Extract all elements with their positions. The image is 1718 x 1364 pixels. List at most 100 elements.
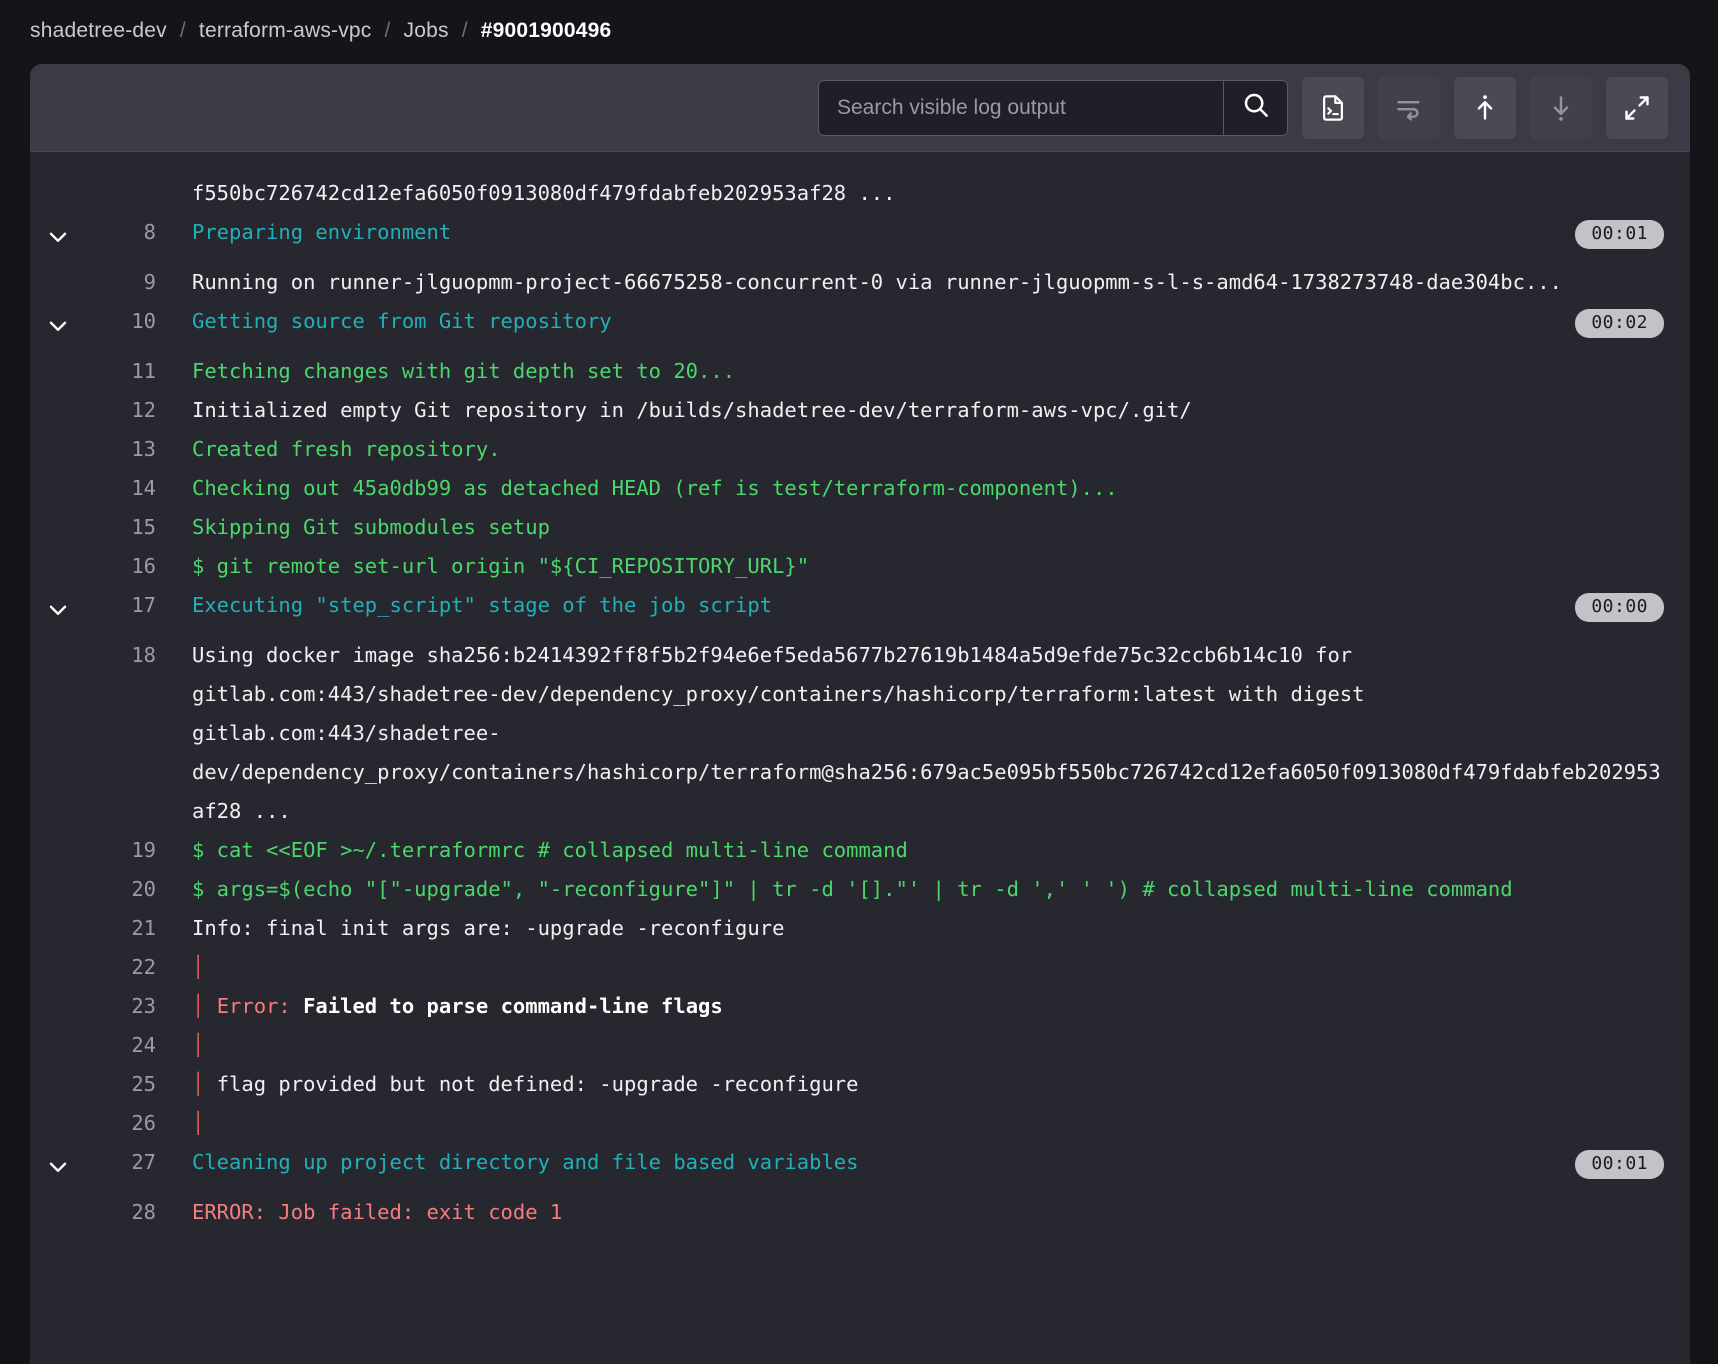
log-line-content: Getting source from Git repository [156, 302, 1664, 341]
log-line: 10Getting source from Git repository00:0… [30, 302, 1690, 352]
line-number[interactable]: 18 [86, 636, 156, 675]
line-number[interactable]: 17 [86, 586, 156, 625]
line-number[interactable]: 12 [86, 391, 156, 430]
line-number[interactable]: 19 [86, 831, 156, 870]
collapse-section-toggle[interactable] [30, 302, 86, 352]
log-line-content: │ [156, 1104, 1664, 1143]
line-number[interactable]: 21 [86, 909, 156, 948]
log-line: 23│ Error: Failed to parse command-line … [30, 987, 1690, 1026]
breadcrumb: shadetree-dev / terraform-aws-vpc / Jobs / #90… [0, 0, 1718, 62]
section-duration-badge: 00:01 [1575, 220, 1664, 249]
fullscreen-icon [1623, 94, 1651, 122]
soft-wrap-button[interactable] [1378, 77, 1440, 139]
fullscreen-button[interactable] [1606, 77, 1668, 139]
gutter-spacer [30, 352, 86, 363]
line-number[interactable]: 24 [86, 1026, 156, 1065]
breadcrumb-separator: / [385, 19, 391, 43]
gutter-spacer [30, 508, 86, 519]
log-line-content: $ cat <<EOF >~/.terraformrc # collapsed … [156, 831, 1664, 870]
log-segment: Running on runner-jlguopmm-project-66675… [192, 270, 1562, 294]
search-input[interactable] [819, 81, 1223, 135]
search-button[interactable] [1223, 81, 1287, 135]
log-segment: │ [192, 1111, 204, 1135]
log-line-content: Initialized empty Git repository in /bui… [156, 391, 1664, 430]
raw-log-icon [1319, 94, 1347, 122]
log-line-content: Created fresh repository. [156, 430, 1664, 469]
search-icon [1241, 90, 1271, 125]
log-segment: │ [192, 1033, 204, 1057]
log-toolbar [30, 64, 1690, 152]
log-line: 12 Initialized empty Git repository in /b… [30, 391, 1690, 430]
log-segment: Preparing environment [192, 220, 451, 244]
line-number[interactable]: 8 [86, 213, 156, 252]
line-number[interactable]: 16 [86, 547, 156, 586]
log-line-content: │ [156, 1026, 1664, 1065]
log-segment: Checking out 45a0db99 as detached HEAD (… [192, 476, 1118, 500]
log-line: 16$ git remote set-url origin "${CI_REPO… [30, 547, 1690, 586]
chevron-down-icon [45, 1154, 71, 1193]
log-line: 8 Preparing environment 00:01 [30, 213, 1690, 263]
log-line: 9 Running on runner-jlguopmm-project-6667… [30, 263, 1690, 302]
line-number[interactable]: 25 [86, 1065, 156, 1104]
log-segment: $ cat <<EOF >~/.terraformrc # collapsed … [192, 838, 908, 862]
gutter-spacer [30, 948, 86, 959]
collapse-section-toggle[interactable] [30, 213, 86, 263]
line-number[interactable]: 23 [86, 987, 156, 1026]
line-number[interactable]: 15 [86, 508, 156, 547]
collapse-section-toggle[interactable] [30, 1143, 86, 1193]
log-line-partial-clipped [30, 156, 204, 174]
search-box[interactable] [818, 80, 1288, 136]
line-number[interactable]: 14 [86, 469, 156, 508]
line-number[interactable]: 28 [86, 1193, 156, 1232]
log-segment: Cleaning up project directory and file b… [192, 1150, 858, 1174]
log-line-partial-text: f550bc726742cd12efa6050f0913080df479fdab… [30, 174, 1690, 213]
log-line: 22 │ [30, 948, 1690, 987]
section-duration-badge: 00:00 [1575, 593, 1664, 622]
breadcrumb-item-1[interactable]: shadetree-dev [30, 19, 167, 43]
log-segment: $ args=$(echo "["-upgrade", "-reconfigur… [192, 877, 1513, 901]
log-line-content: Info: final init args are: -upgrade -rec… [156, 909, 1664, 948]
line-number[interactable]: 26 [86, 1104, 156, 1143]
log-line: 19 $ cat <<EOF >~/.terraformrc # collapse… [30, 831, 1690, 870]
log-line: 28ERROR: Job failed: exit code 1 [30, 1193, 1690, 1232]
line-number[interactable]: 13 [86, 430, 156, 469]
gutter-spacer [30, 831, 86, 842]
collapse-section-toggle[interactable] [30, 586, 86, 636]
section-duration-badge: 00:02 [1575, 309, 1664, 338]
log-segment: Initialized empty Git repository in /bui… [192, 398, 1192, 422]
breadcrumb-separator: / [462, 19, 468, 43]
breadcrumb-item-2[interactable]: terraform-aws-vpc [199, 19, 372, 43]
log-segment: │ [192, 994, 217, 1018]
scroll-to-top-button[interactable] [1454, 77, 1516, 139]
log-line-content: Running on runner-jlguopmm-project-66675… [156, 263, 1664, 302]
line-number[interactable]: 27 [86, 1143, 156, 1182]
gutter-spacer [30, 636, 86, 647]
scroll-to-bottom-button[interactable] [1530, 77, 1592, 139]
gutter-spacer [30, 909, 86, 920]
breadcrumb-item-4: #9001900496 [481, 19, 612, 43]
line-number[interactable]: 22 [86, 948, 156, 987]
log-line-content: Skipping Git submodules setup [156, 508, 1664, 547]
log-segment: │ [192, 955, 204, 979]
line-number[interactable]: 20 [86, 870, 156, 909]
log-segment: │ [192, 1072, 217, 1096]
breadcrumb-separator: / [180, 19, 186, 43]
chevron-down-icon [45, 597, 71, 636]
log-segment: Fetching changes with git depth set to 2… [192, 359, 735, 383]
job-log-output[interactable]: f550bc726742cd12efa6050f0913080df479fdab… [30, 152, 1690, 1364]
line-number[interactable]: 10 [86, 302, 156, 341]
log-line: 20 $ args=$(echo "["-upgrade", "-reconfig… [30, 870, 1690, 909]
gutter-spacer [30, 430, 86, 441]
log-segment: Using docker image sha256:b2414392ff8f5b… [192, 643, 1661, 823]
log-segment: Executing "step_script" stage of the job… [192, 593, 772, 617]
log-line-content: Checking out 45a0db99 as detached HEAD (… [156, 469, 1664, 508]
breadcrumb-item-3[interactable]: Jobs [404, 19, 449, 43]
line-number[interactable]: 11 [86, 352, 156, 391]
log-line: 21Info: final init args are: -upgrade -r… [30, 909, 1690, 948]
line-number[interactable]: 9 [86, 263, 156, 302]
raw-log-button[interactable] [1302, 77, 1364, 139]
log-segment: flag provided but not defined: -upgrade … [217, 1072, 859, 1096]
log-line-content: Fetching changes with git depth set to 2… [156, 352, 1664, 391]
log-line-content: │ Error: Failed to parse command-line fl… [156, 987, 1664, 1026]
log-line: 11 Fetching changes with git depth set to… [30, 352, 1690, 391]
